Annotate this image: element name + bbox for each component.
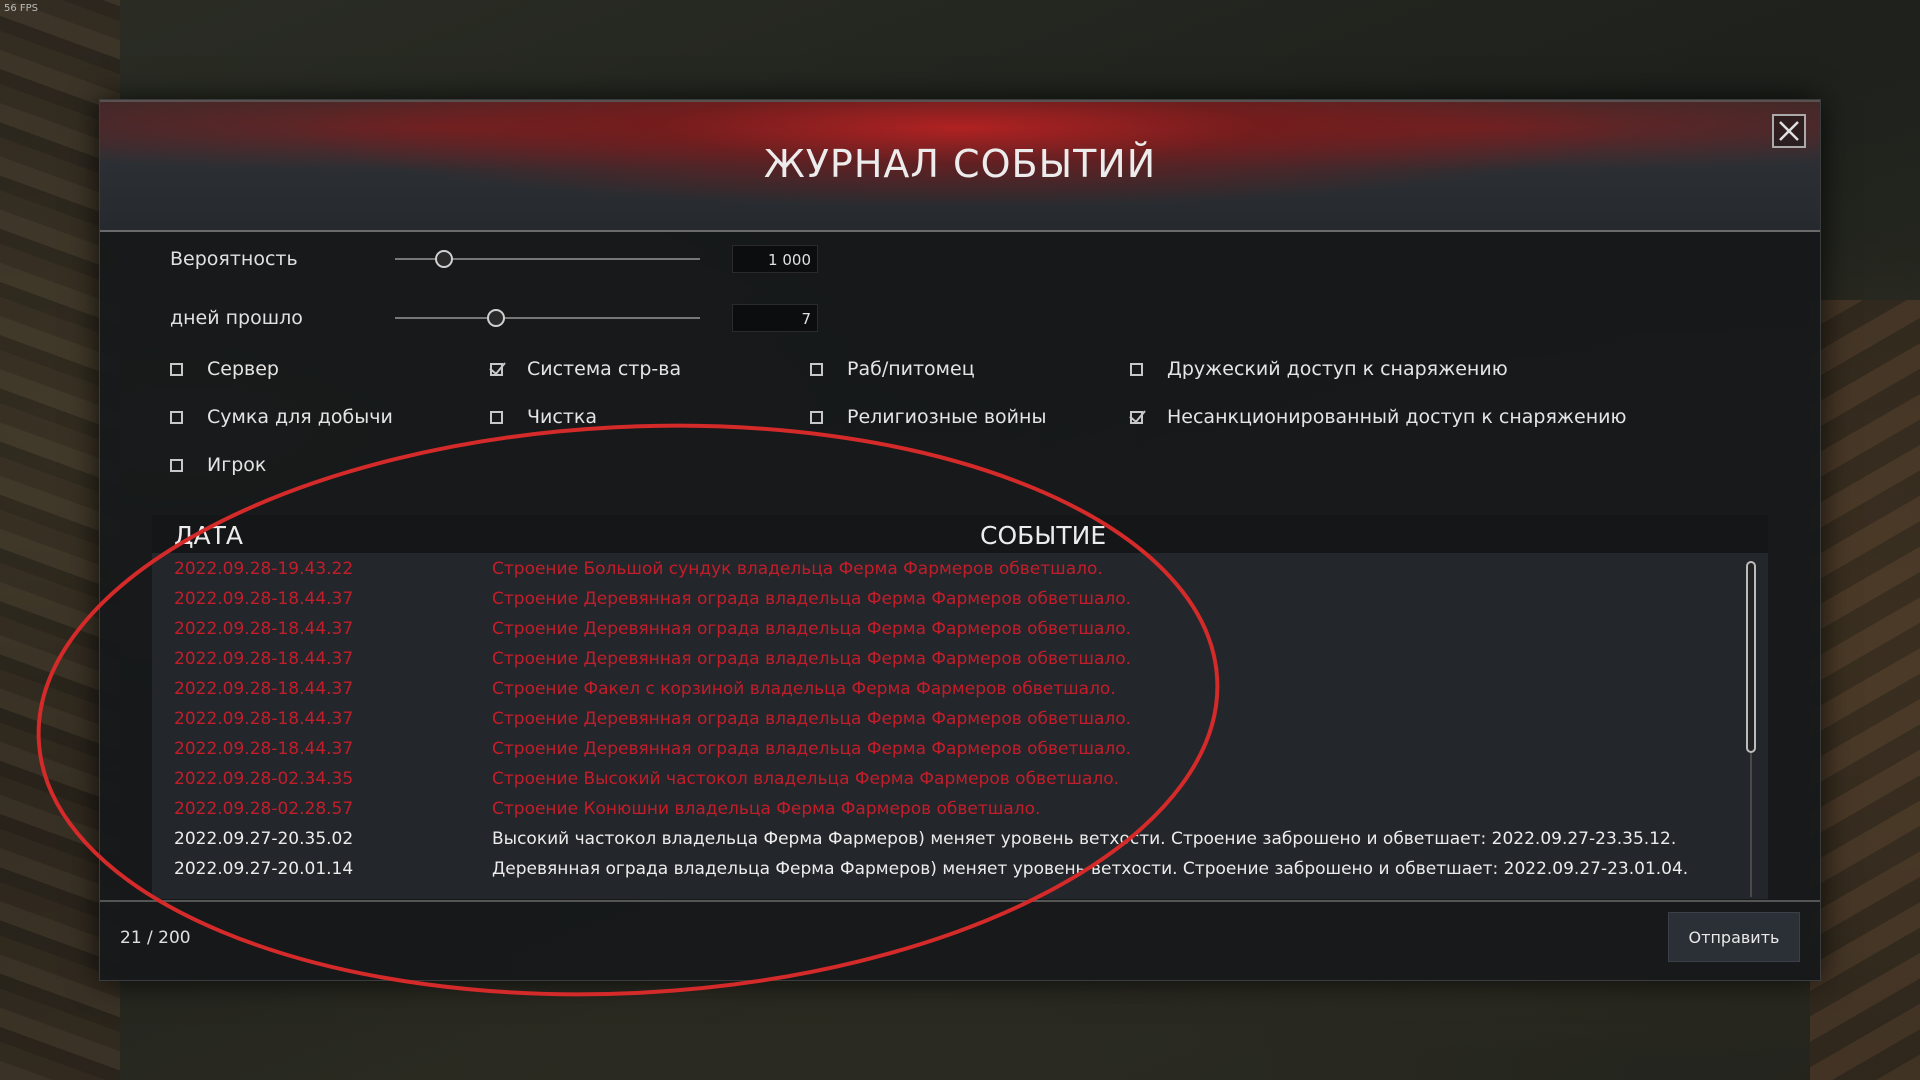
- checkbox-friendly-equipment-access-box[interactable]: [1130, 362, 1143, 376]
- table-row[interactable]: 2022.09.28-02.34.35 Строение Высокий част…: [152, 765, 1752, 795]
- checkbox-player[interactable]: Игрок: [170, 454, 266, 476]
- row-date: 2022.09.27-20.01.14: [174, 859, 354, 879]
- row-date: 2022.09.28-18.44.37: [174, 709, 354, 729]
- checkbox-building-system-box[interactable]: [490, 362, 503, 376]
- dialog-title: ЖУРНАЛ СОБЫТИЙ: [763, 142, 1157, 186]
- days-passed-value-field[interactable]: 7: [732, 304, 818, 332]
- close-icon: [1779, 121, 1799, 141]
- checkbox-friendly-equipment-access[interactable]: Дружеский доступ к снаряжению: [1130, 358, 1508, 380]
- days-passed-slider-thumb[interactable]: [486, 309, 505, 327]
- checkbox-thrall-pet-box[interactable]: [810, 362, 823, 376]
- checkbox-player-label: Игрок: [207, 454, 267, 476]
- checkbox-server-label: Сервер: [207, 358, 279, 380]
- log-table-header: ДАТА СОБЫТИЕ: [152, 515, 1768, 553]
- checkbox-religious-wars-label: Религиозные войны: [847, 406, 1047, 428]
- footer-divider: [100, 900, 1820, 902]
- table-row[interactable]: 2022.09.28-18.44.37 Строение Деревянная о…: [152, 705, 1752, 735]
- log-table-body: 2022.09.28-19.43.22 Строение Большой сунд…: [152, 553, 1768, 899]
- row-date: 2022.09.28-02.28.57: [174, 799, 354, 819]
- row-date: 2022.09.28-18.44.37: [174, 739, 354, 759]
- checkbox-thrall-pet[interactable]: Раб/питомец: [810, 358, 975, 380]
- checkbox-thrall-pet-label: Раб/питомец: [847, 358, 975, 380]
- table-row[interactable]: 2022.09.27-20.35.02 Высокий частокол влад…: [152, 825, 1752, 855]
- table-row[interactable]: 2022.09.28-18.44.37 Строение Деревянная о…: [152, 645, 1752, 675]
- checkbox-server-box[interactable]: [170, 362, 183, 376]
- checkbox-loot-bag-label: Сумка для добычи: [207, 406, 393, 428]
- checkbox-purge-box[interactable]: [490, 410, 503, 424]
- table-row[interactable]: 2022.09.27-20.01.14 Деревянная ограда вла…: [152, 855, 1752, 885]
- row-date: 2022.09.28-02.34.35: [174, 769, 354, 789]
- background-wood-right: [1810, 300, 1920, 1080]
- row-event: Строение Большой сундук владельца Ферма …: [492, 559, 1103, 579]
- checkbox-building-system-label: Система стр-ва: [527, 358, 682, 380]
- row-date: 2022.09.28-18.44.37: [174, 589, 354, 609]
- row-event: Строение Деревянная ограда владельца Фер…: [492, 739, 1132, 759]
- row-event: Деревянная ограда владельца Ферма Фармер…: [492, 859, 1689, 879]
- row-event: Строение Деревянная ограда владельца Фер…: [492, 589, 1132, 609]
- scrollbar-thumb[interactable]: [1746, 561, 1756, 753]
- checkbox-unauthorized-equipment-access-box[interactable]: [1130, 410, 1143, 424]
- table-row[interactable]: 2022.09.28-18.44.37 Строение Деревянная о…: [152, 615, 1752, 645]
- probability-value-field[interactable]: 1 000: [732, 245, 818, 273]
- checkbox-religious-wars[interactable]: Религиозные войны: [810, 406, 1046, 428]
- row-event: Строение Высокий частокол владельца Ферм…: [492, 769, 1120, 789]
- table-row[interactable]: 2022.09.28-19.43.22 Строение Большой сунд…: [152, 555, 1752, 585]
- row-date: 2022.09.28-18.44.37: [174, 649, 354, 669]
- dialog-header: ЖУРНАЛ СОБЫТИЙ: [100, 100, 1820, 232]
- probability-slider[interactable]: [395, 250, 700, 268]
- checkbox-loot-bag[interactable]: Сумка для добычи: [170, 406, 393, 428]
- row-date: 2022.09.27-20.35.02: [174, 829, 354, 849]
- checkbox-building-system[interactable]: Система стр-ва: [490, 358, 681, 380]
- close-button[interactable]: [1772, 114, 1806, 148]
- checkbox-server[interactable]: Сервер: [170, 358, 279, 380]
- checkbox-purge[interactable]: Чистка: [490, 406, 597, 428]
- entry-counter: 21 / 200: [120, 928, 191, 948]
- row-event: Строение Конюшни владельца Ферма Фармеро…: [492, 799, 1041, 819]
- days-passed-filter: дней прошло 7: [170, 303, 818, 333]
- row-event: Строение Деревянная ограда владельца Фер…: [492, 649, 1132, 669]
- row-date: 2022.09.28-19.43.22: [174, 559, 354, 579]
- row-event: Строение Деревянная ограда владельца Фер…: [492, 619, 1132, 639]
- fps-counter: 56 FPS: [4, 3, 39, 14]
- send-button[interactable]: Отправить: [1668, 912, 1800, 962]
- probability-filter: Вероятность 1 000: [170, 244, 818, 274]
- checkbox-friendly-equipment-access-label: Дружеский доступ к снаряжению: [1167, 358, 1508, 380]
- row-event: Строение Факел с корзиной владельца Ферм…: [492, 679, 1116, 699]
- probability-slider-thumb[interactable]: [434, 250, 453, 268]
- table-row[interactable]: 2022.09.28-18.44.37 Строение Факел с корз…: [152, 675, 1752, 705]
- checkbox-religious-wars-box[interactable]: [810, 410, 823, 424]
- days-passed-label: дней прошло: [170, 307, 303, 329]
- column-header-event[interactable]: СОБЫТИЕ: [980, 521, 1106, 550]
- event-log-dialog: ЖУРНАЛ СОБЫТИЙ Вероятность 1 000 дней пр…: [100, 100, 1820, 980]
- table-row[interactable]: 2022.09.28-18.44.37 Строение Деревянная о…: [152, 585, 1752, 615]
- checkbox-player-box[interactable]: [170, 458, 183, 472]
- checkbox-purge-label: Чистка: [527, 406, 598, 428]
- row-event: Строение Деревянная ограда владельца Фер…: [492, 709, 1132, 729]
- row-date: 2022.09.28-18.44.37: [174, 619, 354, 639]
- row-date: 2022.09.28-18.44.37: [174, 679, 354, 699]
- table-row[interactable]: 2022.09.28-18.44.37 Строение Деревянная о…: [152, 735, 1752, 765]
- table-row[interactable]: 2022.09.28-02.28.57 Строение Конюшни влад…: [152, 795, 1752, 825]
- checkbox-loot-bag-box[interactable]: [170, 410, 183, 424]
- probability-label: Вероятность: [170, 248, 298, 270]
- checkbox-unauthorized-equipment-access-label: Несанкционированный доступ к снаряжению: [1167, 406, 1627, 428]
- days-passed-slider[interactable]: [395, 309, 700, 327]
- log-scrollbar[interactable]: [1746, 561, 1756, 897]
- checkbox-unauthorized-equipment-access[interactable]: Несанкционированный доступ к снаряжению: [1130, 406, 1626, 428]
- column-header-date[interactable]: ДАТА: [174, 521, 243, 550]
- row-event: Высокий частокол владельца Ферма Фармеро…: [492, 829, 1677, 849]
